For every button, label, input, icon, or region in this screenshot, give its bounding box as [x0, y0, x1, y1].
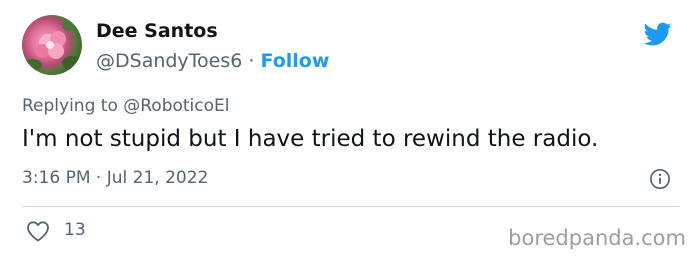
twitter-bird-icon[interactable]: [642, 20, 674, 48]
avatar[interactable]: [22, 15, 82, 75]
tweet-timestamp[interactable]: 3:16 PM · Jul 21, 2022: [22, 168, 208, 188]
replying-to-prefix: Replying to: [22, 96, 124, 116]
tweet-text: I'm not stupid but I have tried to rewin…: [22, 126, 599, 152]
author-handle-line: @DSandyToes6 · Follow: [96, 50, 329, 72]
replying-to-line: Replying to @RoboticoEl: [22, 96, 230, 116]
reply-mention-link[interactable]: @RoboticoEl: [123, 96, 229, 116]
avatar-flower-image: [22, 19, 82, 71]
author-display-name[interactable]: Dee Santos: [96, 20, 218, 42]
like-count: 13: [64, 220, 86, 240]
author-handle[interactable]: @DSandyToes6: [96, 50, 242, 72]
divider: [22, 206, 680, 207]
follow-button[interactable]: Follow: [260, 50, 329, 72]
heart-icon[interactable]: [26, 220, 50, 242]
info-icon[interactable]: [649, 168, 671, 190]
watermark: boredpanda.com: [508, 226, 686, 250]
handle-separator: ·: [242, 50, 261, 72]
